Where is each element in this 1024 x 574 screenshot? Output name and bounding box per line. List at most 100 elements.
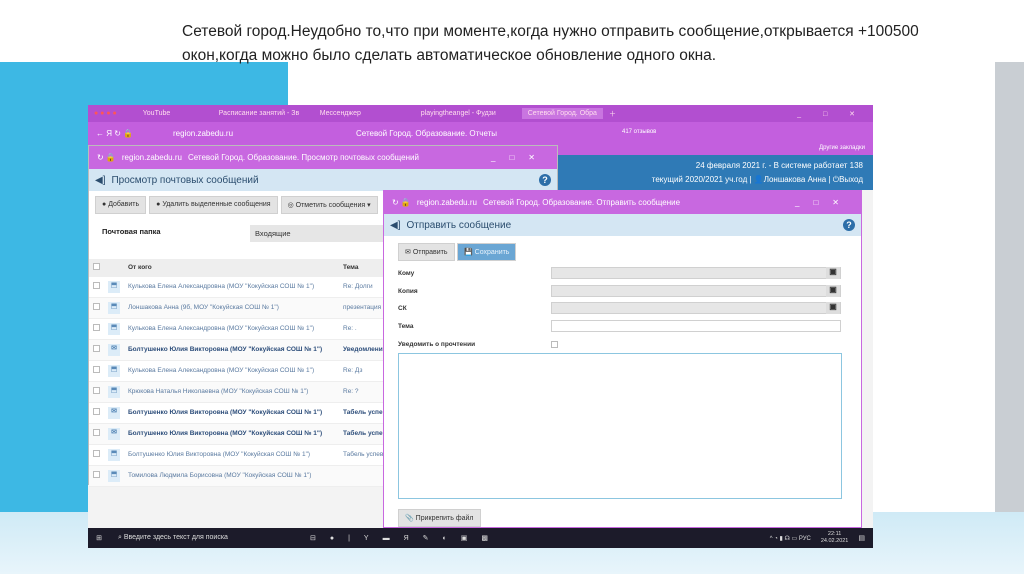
row-checkbox[interactable]	[93, 471, 100, 478]
tab-playingtheangel[interactable]: playingtheangel - Фудзи	[421, 110, 516, 117]
read-mail-icon: ⬒	[108, 448, 120, 461]
row-checkbox[interactable]	[93, 303, 100, 310]
send-url: region.zabedu.ru	[416, 198, 477, 207]
add-button[interactable]: ● Добавить	[95, 196, 147, 214]
read-mail-icon: ⬒	[108, 301, 120, 314]
window-controls[interactable]: _□✕	[795, 198, 853, 207]
read-mail-icon: ⬒	[108, 280, 120, 293]
subject-field[interactable]	[551, 320, 841, 332]
row-checkbox[interactable]	[93, 282, 100, 289]
back-icon[interactable]: ← Я ↻ 🔒	[96, 129, 133, 138]
row-from[interactable]: Кулькова Елена Александровна (МОУ "Кокуй…	[124, 360, 339, 382]
mail-window-titlebar: ↻ 🔒 region.zabedu.ru Сетевой Город. Образ…	[89, 146, 557, 169]
mail-window-title: Сетевой Город. Образование. Просмотр поч…	[187, 153, 419, 162]
row-from[interactable]: Болтушенко Юлия Викторовна (МОУ "Кокуйск…	[124, 444, 339, 466]
taskbar-search[interactable]: ⌕ Введите здесь текст для поиска	[110, 534, 290, 542]
row-from[interactable]: Болтушенко Юлия Викторовна (МОУ "Кокуйск…	[124, 339, 339, 361]
mail-url: region.zabedu.ru	[121, 153, 182, 162]
row-checkbox[interactable]	[93, 345, 100, 352]
address-book-icon[interactable]: ▣	[826, 267, 840, 279]
select-all-checkbox[interactable]	[93, 262, 100, 270]
message-body[interactable]	[398, 353, 842, 499]
notify-label: Уведомить о прочтении	[398, 341, 476, 348]
taskbar-app-icons[interactable]: ⊟●|Y▬Я✎◐▣▩	[310, 534, 502, 542]
subject-label: Тема	[398, 323, 414, 330]
row-from[interactable]: Болтушенко Юлия Викторовна (МОУ "Кокуйск…	[124, 402, 339, 424]
read-mail-icon: ⬒	[108, 469, 120, 482]
school-year: текущий 2020/2021 уч.год	[651, 175, 748, 184]
help-icon[interactable]: ?	[843, 219, 855, 231]
address-bar: ← Я ↻ 🔒 region.zabedu.ru Сетевой Город. …	[88, 122, 873, 145]
window-controls[interactable]: _ □ ✕	[797, 110, 873, 118]
help-icon[interactable]: ?	[539, 174, 551, 186]
back-icon[interactable]: ◀]	[95, 175, 105, 186]
send-header: ◀] Отправить сообщение?	[384, 214, 861, 236]
send-window-title: Сетевой Город. Образование. Отправить со…	[482, 198, 681, 207]
notifications-icon[interactable]: ▤	[858, 534, 873, 542]
read-mail-icon: ⬒	[108, 364, 120, 377]
notify-checkbox[interactable]	[551, 341, 558, 348]
row-from[interactable]: Кулькова Елена Александровна (МОУ "Кокуй…	[124, 276, 339, 298]
back-icon[interactable]: ◀]	[390, 220, 400, 231]
address-book-icon[interactable]: ▣	[826, 302, 840, 314]
send-window-titlebar: ↻ 🔒 region.zabedu.ru Сетевой Город. Образ…	[384, 191, 861, 214]
url[interactable]: region.zabedu.ru	[173, 129, 233, 138]
row-checkbox[interactable]	[93, 408, 100, 415]
folder-select[interactable]: Входящие	[250, 225, 390, 242]
user-name[interactable]: Лоншакова Анна	[764, 175, 826, 184]
to-label: Кому	[398, 270, 415, 277]
save-button[interactable]: 💾 Сохранить	[457, 243, 517, 261]
send-window: ↻ 🔒 region.zabedu.ru Сетевой Город. Образ…	[383, 190, 862, 528]
row-checkbox[interactable]	[93, 324, 100, 331]
unread-mail-icon: ✉	[108, 343, 120, 356]
to-field[interactable]	[551, 267, 841, 279]
send-button[interactable]: ✉ Отправить	[398, 243, 455, 261]
unread-mail-icon: ✉	[108, 406, 120, 419]
row-from[interactable]: Лоншакова Анна (9б, МОУ "Кокуйская СОШ №…	[124, 297, 339, 319]
tab-messenger[interactable]: Мессенджер	[320, 110, 415, 117]
tab-youtube[interactable]: YouTube	[143, 110, 213, 117]
other-bookmarks[interactable]: Другие закладки	[558, 145, 873, 155]
language-indicator[interactable]: РУС	[799, 536, 811, 542]
unread-mail-icon: ✉	[108, 427, 120, 440]
new-tab-icon[interactable]: ＋	[609, 109, 616, 119]
screenshot: ● ● ● ● YouTube Расписание занятий - Зв …	[88, 105, 873, 548]
delete-selected-button[interactable]: ● Удалить выделенные сообщения	[149, 196, 278, 214]
page-title: Сетевой Город. Образование. Отчеты	[356, 129, 498, 138]
address-book-icon[interactable]: ▣	[826, 285, 840, 297]
logout-link[interactable]: Выход	[839, 175, 863, 184]
taskbar: ⊞ ⌕ Введите здесь текст для поиска ⊟●|Y▬…	[88, 528, 873, 548]
cc-field[interactable]	[551, 285, 841, 297]
tab-setevoy-gorod[interactable]: Сетевой Город. Обра	[521, 108, 603, 119]
bcc-label: СК	[398, 305, 407, 312]
row-from[interactable]: Томилова Людмила Борисовна (МОУ "Кокуйск…	[124, 465, 339, 487]
window-controls[interactable]: _□✕	[491, 153, 549, 162]
date-line: 24 февраля 2021 г. - В системе работает …	[695, 161, 863, 170]
browser-tab-bar: ● ● ● ● YouTube Расписание занятий - Зв …	[88, 105, 873, 122]
clock[interactable]: 22:11 24.02.2021	[811, 531, 859, 545]
folder-label: Почтовая папка	[102, 227, 161, 236]
mail-header: ◀] Просмотр почтовых сообщений?	[89, 169, 557, 191]
row-from[interactable]: Крюкова Наталья Николаевна (МОУ "Кокуйск…	[124, 381, 339, 403]
mail-heading: Просмотр почтовых сообщений	[111, 174, 259, 186]
read-mail-icon: ⬒	[108, 385, 120, 398]
windows-start-icon[interactable]: ⊞	[88, 534, 110, 542]
row-checkbox[interactable]	[93, 366, 100, 373]
tab-schedule[interactable]: Расписание занятий - Зв	[219, 110, 314, 117]
mark-messages-button[interactable]: ◎ Отметить сообщения ▾	[280, 196, 378, 214]
read-mail-icon: ⬒	[108, 322, 120, 335]
col-from[interactable]: От кого	[124, 259, 339, 277]
cc-label: Копия	[398, 288, 418, 295]
row-from[interactable]: Болтушенко Юлия Викторовна (МОУ "Кокуйск…	[124, 423, 339, 445]
row-from[interactable]: Кулькова Елена Александровна (МОУ "Кокуй…	[124, 318, 339, 340]
system-tray: ^ ◔ ▮ ☊ ▭ РУС	[769, 535, 811, 542]
row-checkbox[interactable]	[93, 450, 100, 457]
send-heading: Отправить сообщение	[406, 219, 512, 231]
bcc-field[interactable]	[551, 302, 841, 314]
row-checkbox[interactable]	[93, 387, 100, 394]
reviews-badge[interactable]: 417 отзывов	[622, 129, 656, 135]
row-checkbox[interactable]	[93, 429, 100, 436]
slide-caption: Сетевой город.Неудобно то,что при момент…	[182, 23, 919, 64]
decor-gray-block	[995, 62, 1024, 512]
attach-file-button[interactable]: 📎 Прикрепить файл	[398, 509, 481, 527]
